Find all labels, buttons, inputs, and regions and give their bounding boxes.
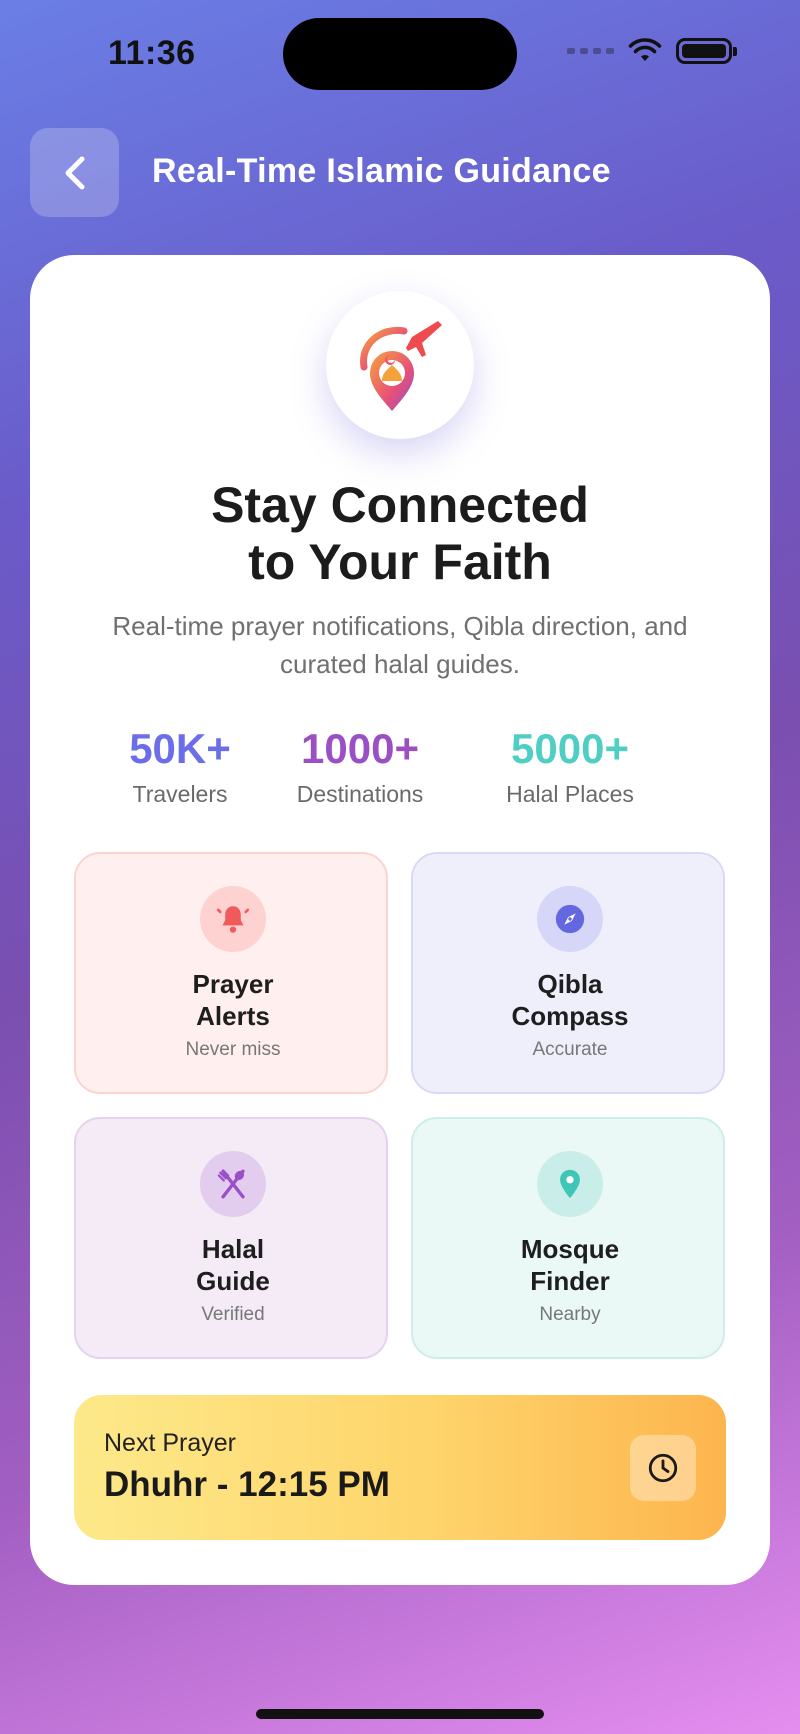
feature-title-line: Qibla [537,969,603,999]
stat-value: 50K+ [129,725,231,772]
next-prayer-time: Dhuhr - 12:15 PM [104,1465,390,1504]
feature-title-line: Halal [201,1234,265,1264]
feature-title-line: Mosque [520,1234,620,1264]
clock-icon-button[interactable] [630,1435,696,1501]
next-prayer-label: Next Prayer [104,1429,236,1457]
feature-icon-container [537,1151,603,1217]
page-title: Real-Time Islamic Guidance [152,152,611,190]
feature-prayer-alerts[interactable]: Prayer Alerts Never miss [74,852,388,1094]
travel-mosque-logo-icon [360,321,442,411]
headline-line-1: Stay Connected [211,477,589,533]
feature-title: Halal Guide [76,1233,390,1297]
hero-subtitle: Real-time prayer notifications, Qibla di… [112,611,688,679]
status-bar: 11:36 [0,0,800,110]
feature-qibla-compass[interactable]: Qibla Compass Accurate [411,852,725,1094]
dynamic-island [283,18,517,90]
stat-value: 1000+ [301,725,419,772]
feature-title-line: Finder [530,1266,610,1296]
feature-icon-container [200,886,266,952]
feature-title-line: Prayer [192,969,274,999]
battery-icon [676,38,737,64]
status-icons [567,38,737,64]
stat-destinations: 1000+ Destinations [280,725,440,808]
feature-subtitle: Verified [201,1304,265,1325]
header: Real-Time Islamic Guidance [30,128,770,218]
feature-title: Prayer Alerts [76,968,390,1032]
stat-halal-places: 5000+ Halal Places [490,725,650,808]
clock-icon [648,1453,678,1483]
feature-subtitle: Never miss [185,1039,281,1060]
feature-subtitle: Accurate [532,1039,608,1060]
app-logo [326,291,474,439]
utensils-icon [217,1169,245,1199]
hero-headline: Stay Connected to Your Faith [30,477,770,591]
headline-line-2: to Your Faith [248,534,552,590]
next-prayer-card[interactable]: Next Prayer Dhuhr - 12:15 PM [74,1395,726,1540]
feature-title-line: Alerts [196,1001,270,1031]
stat-label: Halal Places [506,781,634,807]
feature-title: Mosque Finder [413,1233,727,1297]
chevron-left-icon [65,156,84,189]
cellular-signal-icon [567,48,614,54]
feature-title-line: Guide [196,1266,270,1296]
feature-subtitle: Nearby [539,1304,601,1325]
compass-icon [555,904,585,934]
stat-travelers: 50K+ Travelers [118,725,242,808]
feature-title-line: Compass [511,1001,629,1031]
feature-title: Qibla Compass [413,968,727,1032]
stat-value: 5000+ [511,725,629,772]
stat-label: Travelers [132,781,228,807]
wifi-icon [628,38,662,61]
feature-halal-guide[interactable]: Halal Guide Verified [74,1117,388,1359]
location-pin-icon [560,1169,580,1199]
bell-icon [216,906,250,933]
status-time: 11:36 [108,34,196,72]
stat-label: Destinations [296,781,424,807]
stats-row: 50K+ Travelers 1000+ Destinations 5000+ … [30,725,770,825]
feature-icon-container [200,1151,266,1217]
home-indicator[interactable] [256,1709,544,1719]
back-button[interactable] [30,128,119,217]
feature-icon-container [537,886,603,952]
feature-mosque-finder[interactable]: Mosque Finder Nearby [411,1117,725,1359]
main-card: Stay Connected to Your Faith Real-time p… [30,255,770,1585]
